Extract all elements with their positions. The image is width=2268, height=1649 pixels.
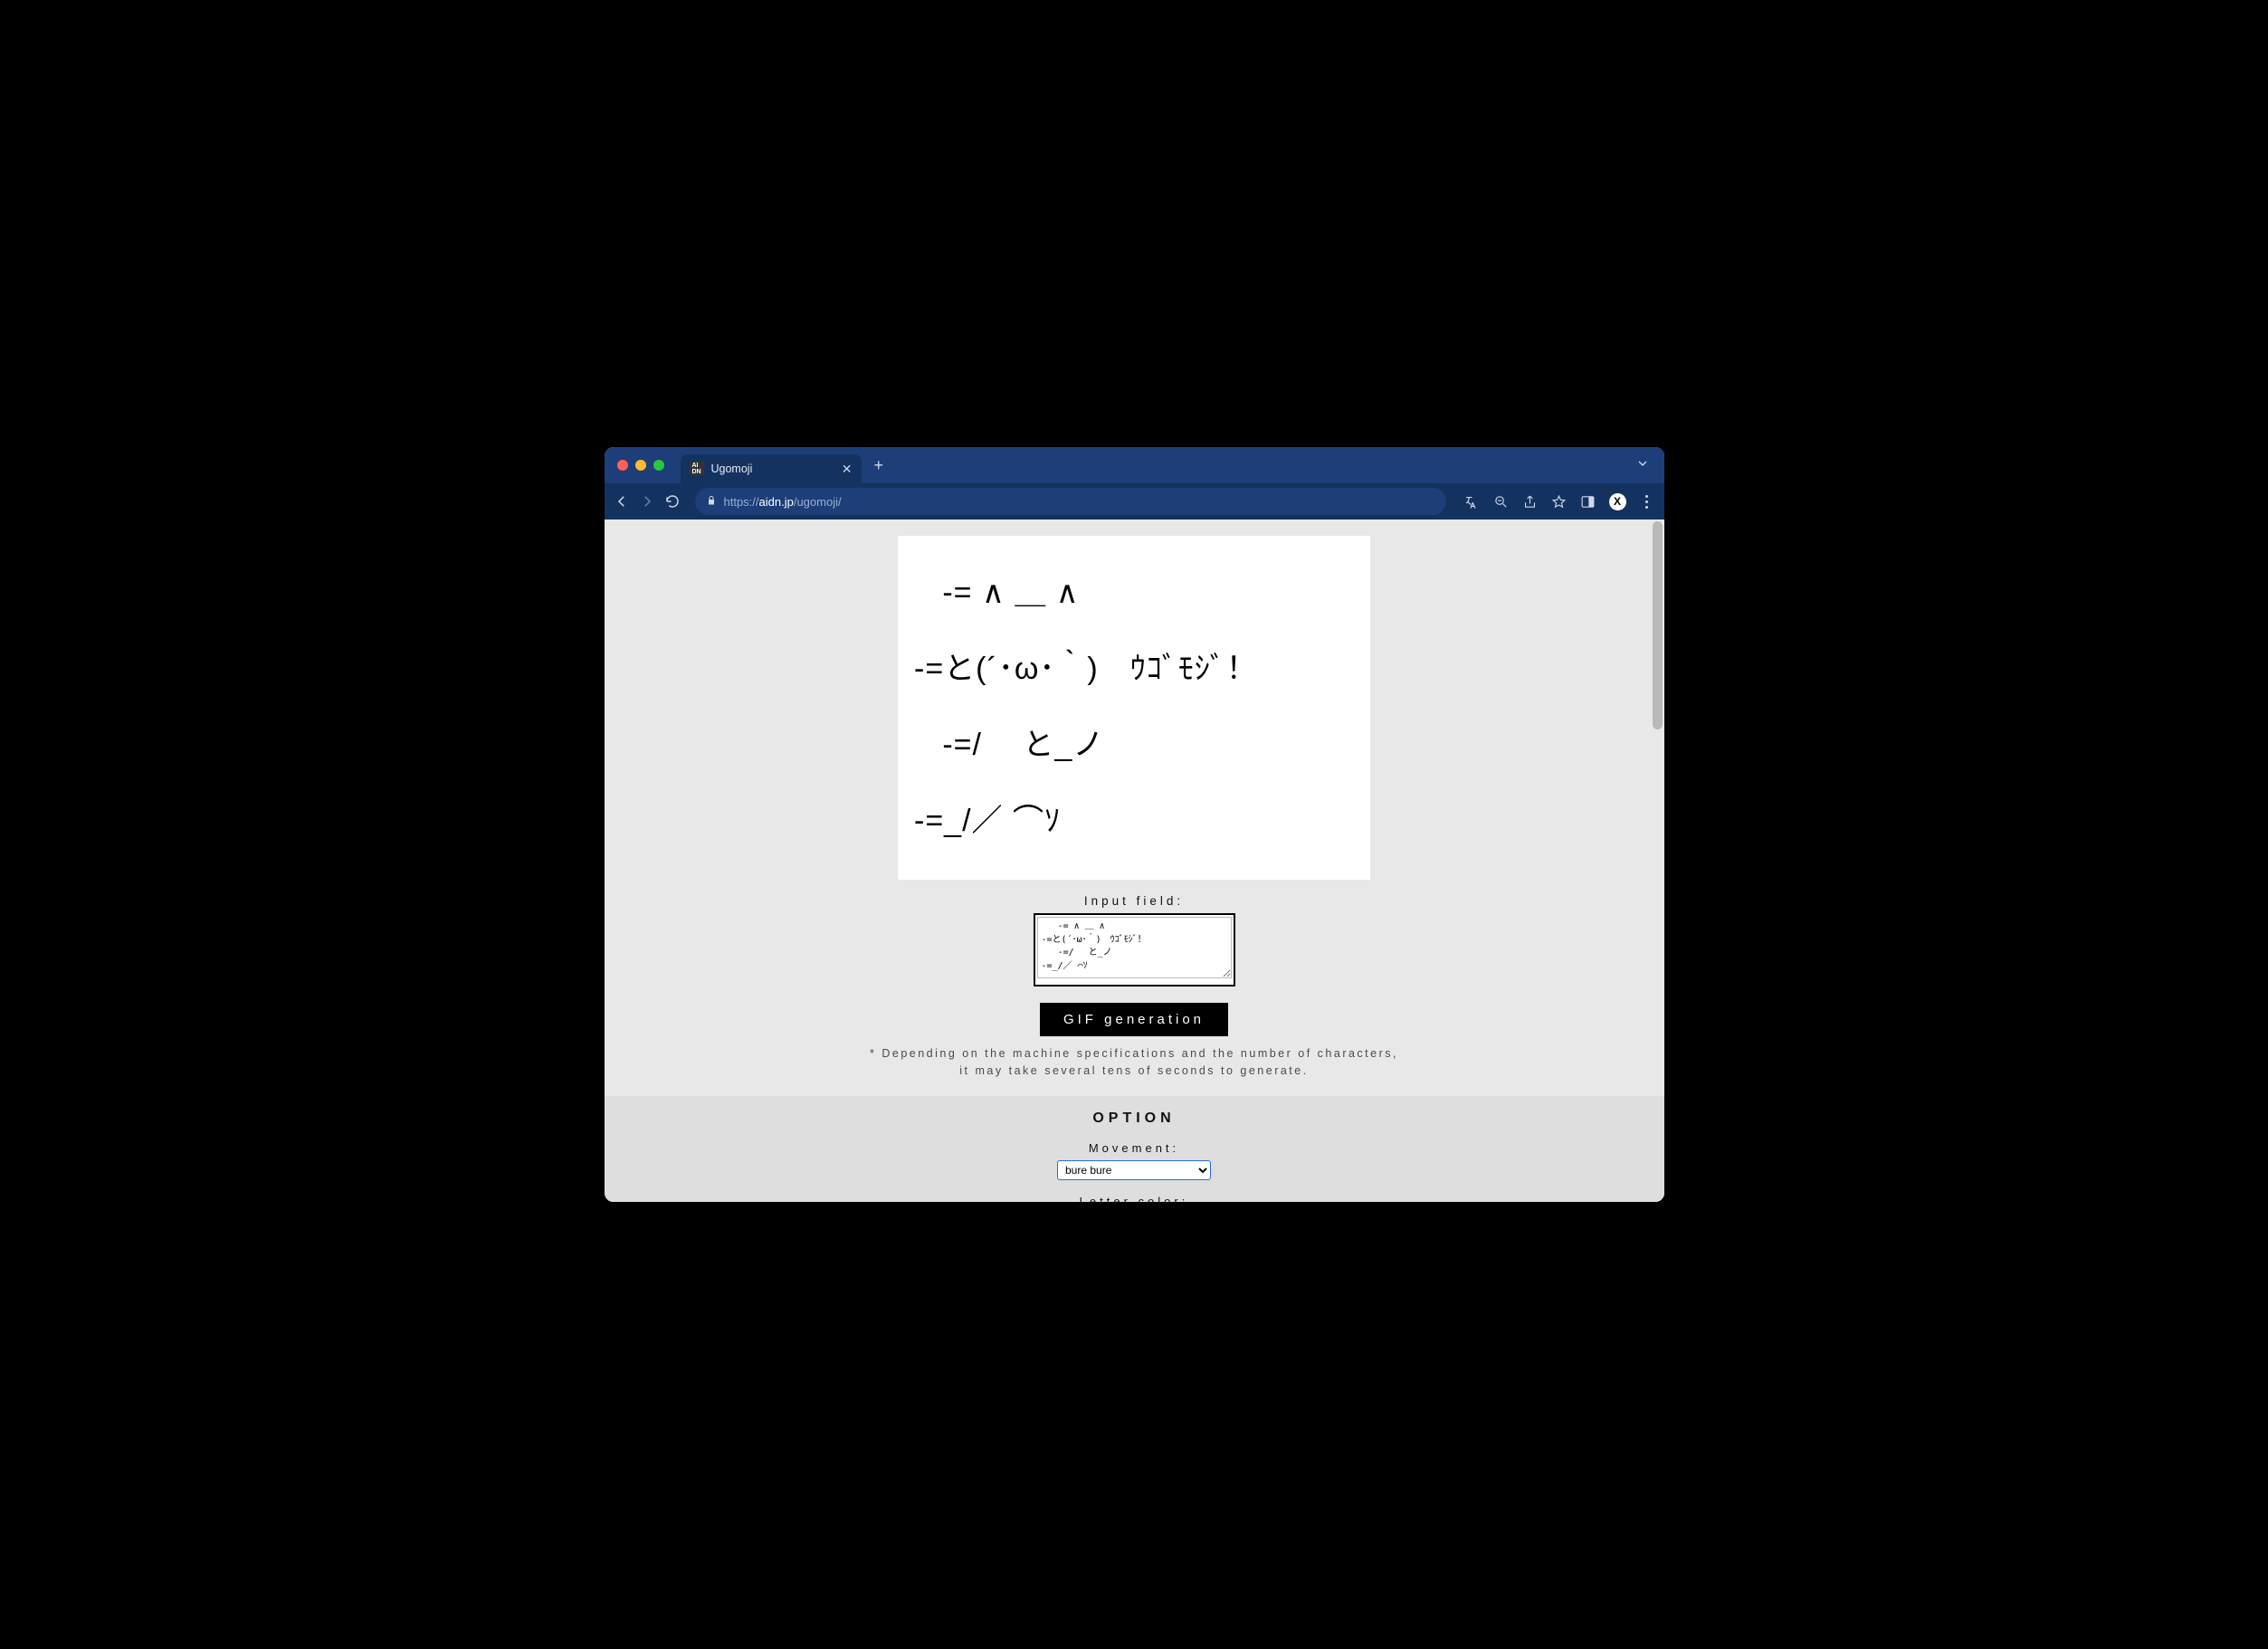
maximize-window-button[interactable] bbox=[653, 460, 664, 471]
menu-button[interactable] bbox=[1639, 493, 1655, 510]
canvas-line: -=と(´･ω･｀) ｳｺﾞﾓｼﾞ！ bbox=[914, 652, 1354, 687]
profile-avatar[interactable]: X bbox=[1609, 493, 1626, 510]
movement-select[interactable]: bure bure bbox=[1057, 1160, 1211, 1180]
address-bar[interactable]: https://aidn.jp/ugomoji/ bbox=[695, 488, 1446, 515]
zoom-icon[interactable] bbox=[1493, 493, 1510, 510]
generation-note: * Depending on the machine specification… bbox=[870, 1045, 1398, 1080]
scrollbar-thumb[interactable] bbox=[1653, 521, 1663, 729]
input-label: Input field: bbox=[1084, 894, 1184, 908]
movement-label: Movement: bbox=[1089, 1141, 1179, 1155]
window-controls bbox=[617, 460, 664, 471]
preview-canvas: -= ∧ ＿ ∧ -=と(´･ω･｀) ｳｺﾞﾓｼﾞ！ -=/ と_ノ -=_/… bbox=[898, 536, 1370, 880]
star-icon[interactable] bbox=[1551, 493, 1568, 510]
new-tab-button[interactable]: + bbox=[874, 456, 884, 475]
translate-icon[interactable] bbox=[1464, 493, 1481, 510]
canvas-line: -=/ と_ノ bbox=[914, 728, 1354, 763]
reload-button[interactable] bbox=[664, 493, 681, 510]
back-button[interactable] bbox=[614, 493, 630, 510]
scrollbar[interactable] bbox=[1651, 521, 1663, 1202]
browser-tab[interactable]: Ugomoji ✕ bbox=[681, 454, 862, 483]
minimize-window-button[interactable] bbox=[635, 460, 646, 471]
favicon-icon bbox=[690, 462, 704, 476]
browser-window: Ugomoji ✕ + https://aidn.jp/ugomoji/ bbox=[605, 447, 1664, 1202]
text-input[interactable] bbox=[1037, 917, 1232, 978]
toolbar: https://aidn.jp/ugomoji/ X bbox=[605, 483, 1664, 519]
gif-generation-button[interactable]: GIF generation bbox=[1040, 1003, 1228, 1036]
canvas-line: -=_/／ ⌒ｿ bbox=[914, 804, 1354, 839]
tab-title: Ugomoji bbox=[711, 462, 834, 475]
page[interactable]: -= ∧ ＿ ∧ -=と(´･ω･｀) ｳｺﾞﾓｼﾞ！ -=/ と_ノ -=_/… bbox=[605, 519, 1664, 1202]
tab-bar: Ugomoji ✕ + bbox=[605, 447, 1664, 483]
url-text: https://aidn.jp/ugomoji/ bbox=[724, 495, 842, 509]
close-tab-button[interactable]: ✕ bbox=[842, 462, 853, 477]
share-icon[interactable] bbox=[1522, 493, 1539, 510]
lock-icon bbox=[706, 495, 717, 509]
letter-color-label: Letter color: bbox=[1080, 1195, 1189, 1203]
forward-button[interactable] bbox=[639, 493, 655, 510]
input-wrap bbox=[1034, 913, 1235, 987]
option-section: OPTION Movement: bure bure Letter color: bbox=[605, 1096, 1664, 1203]
toolbar-actions: X bbox=[1464, 493, 1655, 510]
close-window-button[interactable] bbox=[617, 460, 628, 471]
viewport: -= ∧ ＿ ∧ -=と(´･ω･｀) ｳｺﾞﾓｼﾞ！ -=/ と_ノ -=_/… bbox=[605, 519, 1664, 1202]
canvas-line: -= ∧ ＿ ∧ bbox=[914, 576, 1354, 611]
side-panel-icon[interactable] bbox=[1580, 493, 1596, 510]
tabs-dropdown-button[interactable] bbox=[1635, 456, 1650, 475]
option-heading: OPTION bbox=[1092, 1110, 1175, 1127]
